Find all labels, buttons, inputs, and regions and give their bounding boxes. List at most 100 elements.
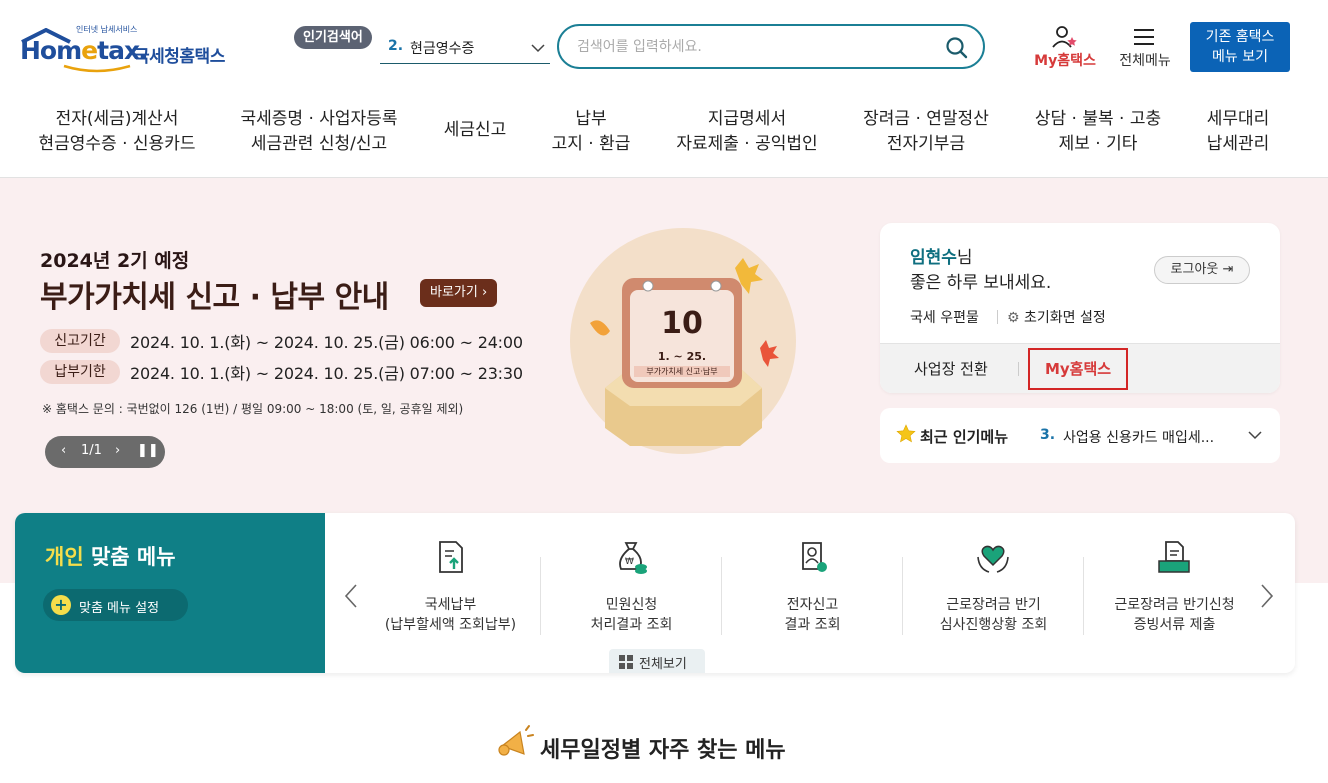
payment-deadline-row: 납부기한 2024. 10. 1.(화) ~ 2024. 10. 25.(금) 0… (40, 360, 523, 384)
nav-label-line1: 장려금 · 연말정산 (863, 109, 989, 129)
main-nav: 전자(세금)계산서 현금영수증 · 신용카드 국세증명 · 사업자등록 세금관련… (0, 95, 1328, 178)
next-arrow-icon[interactable]: › (115, 443, 120, 458)
nav-item-payment-statement[interactable]: 지급명세서 자료제출 · 공익법인 (666, 107, 828, 157)
logo-korean-name: 국세청홈택스 (134, 47, 225, 67)
go-button[interactable]: 바로가기 › (420, 279, 498, 307)
prev-arrow-icon[interactable]: ‹ (61, 443, 66, 458)
my-hometax-label: My홈택스 (1034, 53, 1096, 69)
popular-search-dropdown[interactable]: 2. 현금영수증 (380, 34, 550, 64)
menu-label-line2: 증빙서류 제출 (1133, 617, 1216, 633)
logo-swoosh-icon (63, 64, 131, 73)
gear-icon: ⚙ (1007, 310, 1020, 326)
report-period-tag: 신고기간 (40, 329, 120, 353)
chevron-right-icon[interactable] (1259, 583, 1275, 609)
star-icon (896, 424, 916, 443)
custom-menu-panel: 개인 맞춤 메뉴 + 맞춤 메뉴 설정 국세납부 (납부할세액 조회납부) ₩ 민… (15, 513, 1295, 673)
menu-incentive-status[interactable]: 근로장려금 반기 심사진행상황 조회 (903, 513, 1084, 673)
title-highlight: 개인 (45, 545, 84, 569)
user-name: 임현수 (910, 248, 957, 268)
menu-label-line1: 민원신청 (605, 597, 658, 613)
user-login-card: 임현수님 좋은 하루 보내세요. 로그아웃 ⇥ 국세 우편물 ⚙ 초기화면 설정… (880, 223, 1280, 393)
custom-menu-header: 개인 맞춤 메뉴 + 맞춤 메뉴 설정 (15, 513, 325, 673)
my-hometax-button[interactable]: My홈택스 (1028, 348, 1128, 390)
banner-subtitle: 2024년 2기 예정 (40, 250, 190, 272)
menu-label: 국세납부 (납부할세액 조회납부) (360, 595, 541, 635)
nav-label-line1: 상담 · 불복 · 고충 (1034, 109, 1162, 129)
divider (1018, 362, 1019, 376)
user-name-suffix: 님 (956, 248, 973, 268)
calendar-illustration: 1. ~ 25. 10 부가가치세 신고·납부 (570, 228, 796, 454)
svg-text:₩: ₩ (625, 557, 634, 567)
title-rest: 맞춤 메뉴 (90, 545, 176, 569)
nav-item-tax-report[interactable]: 세금신고 (430, 118, 520, 143)
search-input[interactable] (577, 36, 937, 58)
nav-label-line2: 제보 · 기타 (1058, 134, 1138, 154)
nav-label-line2: 납세관리 (1206, 134, 1270, 154)
plus-icon: + (51, 595, 71, 615)
recent-text: 사업용 신용카드 매입세... (1063, 430, 1215, 446)
nav-label-line1: 세금신고 (443, 120, 507, 140)
nav-item-consult[interactable]: 상담 · 불복 · 고충 제보 · 기타 (1024, 107, 1172, 157)
nav-item-certificate[interactable]: 국세증명 · 사업자등록 세금관련 신청/신고 (230, 107, 408, 157)
frequent-menu-section-title: 세무일정별 자주 찾는 메뉴 (496, 724, 836, 768)
chevron-right-icon: › (481, 285, 488, 300)
logout-button[interactable]: 로그아웃 ⇥ (1154, 256, 1250, 284)
calendar-icon (590, 258, 779, 446)
recent-rank: 3. (1040, 427, 1056, 443)
tax-mail-link[interactable]: 국세 우편물 (910, 307, 979, 327)
menu-tax-payment[interactable]: 국세납부 (납부할세액 조회납부) (360, 513, 541, 673)
nav-label-line1: 지급명세서 (707, 109, 787, 129)
document-upload-icon (439, 541, 463, 573)
search-box (557, 24, 985, 69)
custom-menu-settings-button[interactable]: + 맞춤 메뉴 설정 (43, 589, 188, 621)
heart-hands-icon (977, 545, 1009, 573)
menu-label: 민원신청처리결과 조회 (541, 595, 722, 635)
menu-label-line2: 결과 조회 (784, 617, 841, 633)
nav-label-line2: 고지 · 환급 (551, 134, 631, 154)
banner-title: 부가가치세 신고 · 납부 안내 (40, 280, 389, 315)
legacy-menu-button[interactable]: 기존 홈택스 메뉴 보기 (1190, 22, 1290, 72)
all-menu-button[interactable]: 전체메뉴 (1113, 26, 1177, 70)
nav-label-line2: 세금관련 신청/신고 (250, 134, 388, 154)
view-all-button[interactable]: 전체보기 (609, 649, 705, 673)
go-label: 바로가기 (430, 285, 478, 300)
custom-menu-title: 개인 맞춤 메뉴 (45, 541, 176, 571)
grid-icon (619, 655, 633, 669)
user-card-footer: 사업장 전환 My홈택스 (880, 343, 1280, 393)
menu-e-filing[interactable]: 전자신고 결과 조회 (722, 513, 903, 673)
contact-notice: ※ 홈택스 문의 : 국번없이 126 (1번) / 평일 09:00 ~ 18… (42, 402, 464, 416)
legacy-menu-line2: 메뉴 보기 (1212, 49, 1268, 65)
recent-popular-menu[interactable]: 최근 인기메뉴 3. 사업용 신용카드 매입세... (880, 408, 1280, 463)
user-star-icon (1052, 26, 1077, 48)
home-settings-link[interactable]: ⚙ 초기화면 설정 (1007, 307, 1106, 327)
nav-label-line1: 납부 (575, 109, 607, 129)
calendar-label: 부가가치세 신고·납부 (634, 366, 730, 377)
search-icon[interactable] (945, 36, 969, 60)
header: 인터넷 납세서비스 Hometax. 국세청홈택스 인기검색어 2. 현금영수증… (0, 0, 1328, 95)
megaphone-icon (498, 725, 534, 756)
nav-item-incentive[interactable]: 장려금 · 연말정산 전자기부금 (852, 107, 1000, 157)
menu-label-line2: 처리결과 조회 (590, 617, 673, 633)
nav-item-payment[interactable]: 납부 고지 · 환급 (541, 107, 641, 157)
hamburger-menu-icon (1134, 29, 1154, 45)
nav-label-line1: 전자(세금)계산서 (55, 109, 179, 129)
money-bag-icon: ₩ (619, 542, 647, 574)
chevron-left-icon[interactable] (343, 583, 359, 609)
banner-pager: ‹ 1/1 › ❚❚ (45, 436, 165, 468)
logout-label: 로그아웃 (1170, 262, 1219, 277)
menu-label-line1: 국세납부 (424, 597, 477, 613)
menu-incentive-documents[interactable]: 근로장려금 반기신청 증빙서류 제출 (1084, 513, 1265, 673)
nav-label-line2: 전자기부금 (886, 134, 966, 154)
pause-icon[interactable]: ❚❚ (137, 443, 159, 458)
popular-rank: 2. (388, 38, 404, 54)
menu-label-line1: 근로장려금 반기 (946, 597, 1041, 613)
my-hometax-link[interactable]: My홈택스 (1030, 26, 1100, 70)
nav-item-tax-invoice[interactable]: 전자(세금)계산서 현금영수증 · 신용카드 (28, 107, 206, 157)
nav-item-tax-agent[interactable]: 세무대리 납세관리 (1196, 107, 1280, 157)
view-all-label: 전체보기 (639, 657, 687, 672)
switch-business-button[interactable]: 사업장 전환 (914, 358, 988, 379)
hometax-logo[interactable]: 인터넷 납세서비스 Hometax. 국세청홈택스 (18, 24, 233, 76)
menu-label-line2: (납부할세액 조회납부) (384, 617, 517, 633)
scroll-user-icon (802, 542, 827, 572)
logout-icon: ⇥ (1222, 262, 1234, 277)
